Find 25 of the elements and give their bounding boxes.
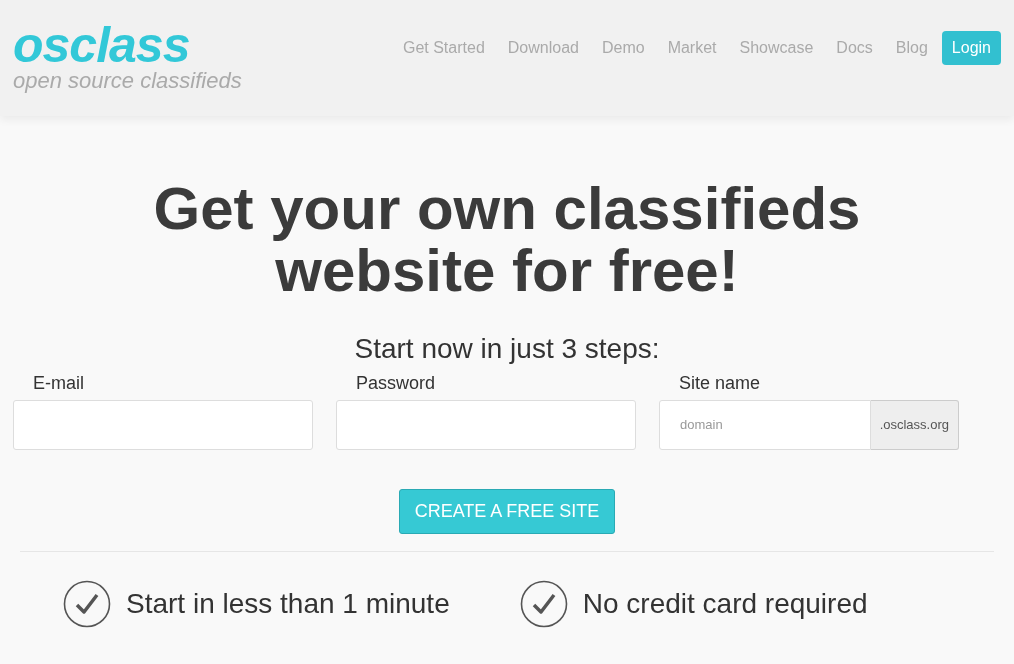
- input-field[interactable]: [13, 400, 313, 450]
- nav-link[interactable]: Market: [667, 36, 717, 60]
- logo-tagline: open source classifieds: [13, 68, 242, 94]
- field-label: Site name: [678, 372, 762, 395]
- field-label: Password: [355, 372, 437, 395]
- hero-subtitle: Start now in just 3 steps:: [354, 332, 660, 366]
- logo[interactable]: osclass: [13, 22, 242, 68]
- feature-text: Start in less than 1 minute: [126, 587, 450, 621]
- hero-title: website for free!: [275, 240, 739, 302]
- check-circle-icon: [519, 580, 568, 628]
- nav-link[interactable]: Blog: [895, 36, 928, 60]
- input-field[interactable]: [336, 400, 636, 450]
- login-button[interactable]: Login: [941, 31, 1001, 65]
- nav-link[interactable]: Download: [507, 36, 579, 60]
- field-label: E-mail: [32, 372, 85, 395]
- nav-link[interactable]: Docs: [836, 36, 873, 60]
- nav-link[interactable]: Get Started: [402, 36, 485, 60]
- nav-link[interactable]: Showcase: [739, 36, 814, 60]
- feature-text: No credit card required: [582, 587, 868, 621]
- check-circle-icon: [63, 580, 111, 628]
- site-name-field[interactable]: domain: [659, 400, 871, 450]
- hero-title: Get your own classifieds: [153, 178, 861, 240]
- create-site-button[interactable]: CREATE A FREE SITE: [398, 489, 616, 534]
- domain-suffix: .osclass.org: [870, 400, 959, 450]
- nav-link[interactable]: Demo: [601, 36, 645, 60]
